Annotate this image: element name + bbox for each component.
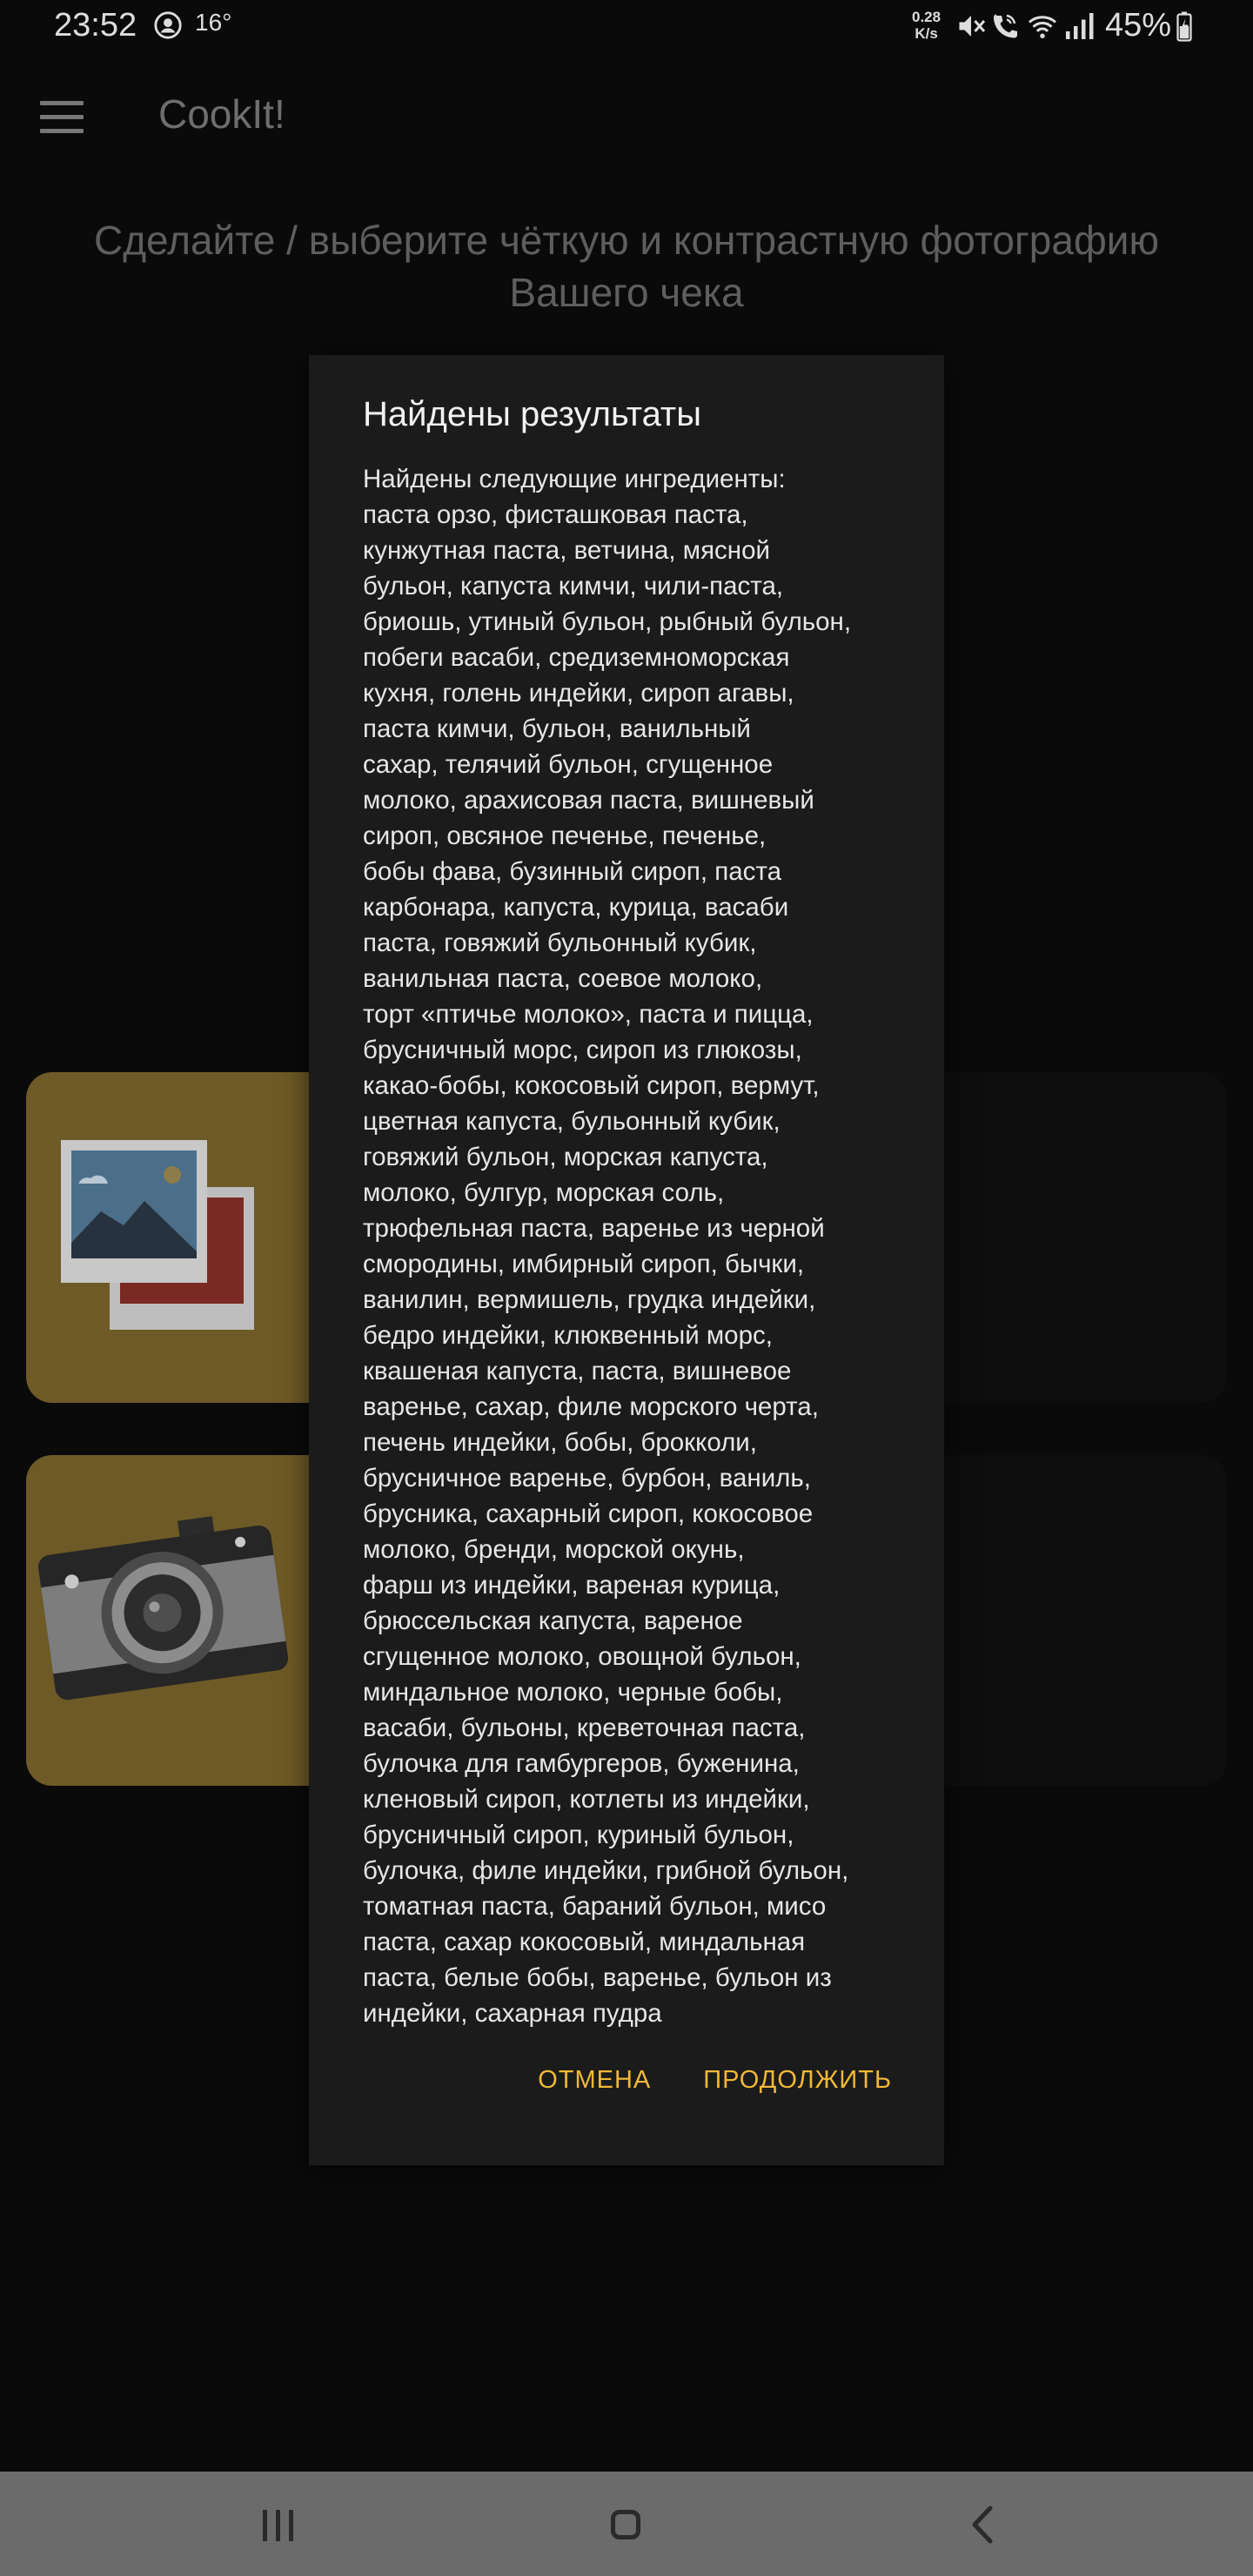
camera-thumbnail[interactable]	[26, 1455, 357, 1786]
system-nav-bar	[0, 2472, 1253, 2576]
app-bar: CookIt!	[0, 52, 1253, 183]
status-net-speed: 0.28 K/s	[912, 9, 941, 42]
app-title: CookIt!	[158, 91, 285, 137]
recent-apps-icon[interactable]	[263, 2510, 294, 2541]
status-bar: 23:52 16° 0.28 K/s 45%	[0, 0, 1253, 52]
instruction-text: Сделайте / выберите чёткую и контрастную…	[94, 218, 1159, 315]
status-time: 23:52	[54, 7, 137, 44]
dialog-actions: ОТМЕНА ПРОДОЛЖИТЬ	[538, 2066, 892, 2095]
battery-charging-icon	[1176, 11, 1192, 42]
results-dialog: Найдены результаты Найдены следующие инг…	[309, 355, 944, 2165]
wifi-icon	[1029, 16, 1056, 38]
continue-button[interactable]: ПРОДОЛЖИТЬ	[703, 2066, 892, 2095]
account-circle-icon	[154, 11, 182, 39]
cancel-button[interactable]: ОТМЕНА	[538, 2066, 651, 2095]
gallery-thumbnail[interactable]	[26, 1072, 357, 1403]
signal-icon	[1066, 13, 1094, 39]
dialog-message: Найдены следующие ингредиенты: паста орз…	[363, 465, 852, 2028]
home-icon[interactable]	[611, 2510, 640, 2539]
gallery-photos-icon	[61, 1140, 254, 1330]
status-battery: 45%	[1105, 7, 1172, 44]
status-temperature: 16°	[195, 9, 232, 36]
dialog-title: Найдены результаты	[363, 395, 702, 433]
back-icon[interactable]	[966, 2505, 1001, 2545]
mute-icon	[959, 16, 986, 37]
wifi-call-icon	[994, 14, 1017, 38]
hamburger-menu-icon[interactable]	[40, 101, 84, 134]
camera-icon	[37, 1516, 289, 1701]
